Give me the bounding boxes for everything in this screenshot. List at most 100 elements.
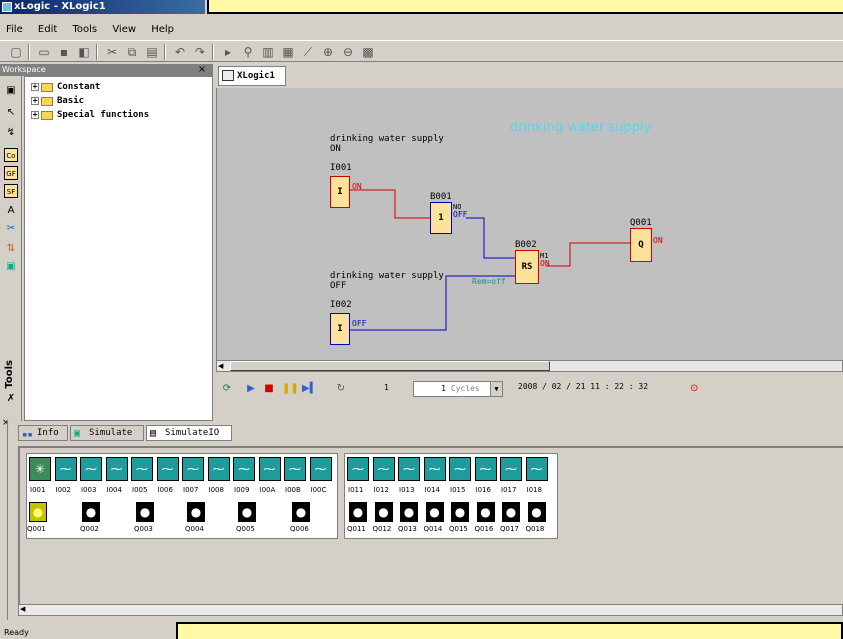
input-switch-i00a[interactable]: ⁓: [258, 457, 281, 481]
block-i001[interactable]: I: [330, 176, 350, 208]
input-label: I001: [30, 486, 46, 494]
input-switch-i014[interactable]: ⁓: [423, 457, 446, 481]
output-label: Q016: [474, 525, 494, 533]
output-label: Q011: [347, 525, 366, 533]
sim-run-icon[interactable]: ▶: [246, 384, 256, 394]
output-label: Q001: [27, 525, 46, 533]
input-switch-i005[interactable]: ⁓: [131, 457, 153, 481]
block-i001-id: I001: [330, 163, 352, 173]
block-b002[interactable]: RS: [515, 250, 539, 284]
canvas-scroll-thumb[interactable]: [230, 361, 550, 371]
input-switch-i00c[interactable]: ⁓: [309, 457, 332, 481]
input-switch-i015[interactable]: ⁓: [449, 457, 471, 481]
tab-info[interactable]: ▪▪ Info: [18, 425, 68, 441]
input-label: I005: [132, 486, 148, 494]
lamp-icon-q001: ●: [29, 502, 47, 522]
input-label: I007: [183, 486, 199, 494]
block-i002-state: OFF: [352, 319, 367, 328]
lamp-icon-q006: ●: [292, 502, 310, 522]
tab-label: Simulate: [89, 428, 133, 438]
block-b002-state: ON: [540, 259, 550, 268]
output-label: Q002: [80, 525, 99, 533]
info-icon: ▪▪: [22, 430, 33, 440]
input-switch-i012[interactable]: ⁓: [372, 457, 395, 481]
output-label: Q006: [290, 525, 309, 533]
wire-b002-q001: [546, 242, 630, 267]
page-icon: ▤: [150, 428, 157, 439]
tab-label: SimulateIO: [165, 428, 220, 438]
block-q001-id: Q001: [630, 218, 652, 228]
input-switch-i016[interactable]: ⁓: [474, 457, 497, 481]
input-label: I00C: [310, 486, 327, 494]
output-label: Q017: [500, 525, 519, 533]
input-switch-i007[interactable]: ⁓: [182, 457, 204, 481]
wire-i001-b001: [350, 189, 430, 219]
cycles-field[interactable]: 1 Cycles ▼: [413, 381, 503, 397]
block-b002-rem: Rem=off: [472, 277, 506, 286]
input-switch-i018[interactable]: ⁓: [525, 457, 548, 481]
lamp-icon-q017: ●: [502, 502, 520, 522]
output-label: Q018: [525, 525, 545, 533]
tab-simulate[interactable]: ▣ Simulate: [70, 425, 144, 441]
input-label: I002: [55, 486, 71, 494]
cycles-label: Cycles: [450, 384, 480, 393]
sim-pause-icon[interactable]: ❚❚: [282, 384, 299, 394]
cycles-value[interactable]: 1: [414, 382, 446, 396]
input-switch-i004[interactable]: ⁓: [105, 457, 128, 481]
lamp-icon-q018: ●: [527, 502, 546, 522]
sim-refresh-icon[interactable]: ↻: [336, 384, 346, 394]
sim-step-icon[interactable]: ▶▍: [302, 384, 317, 394]
input-label: I017: [501, 486, 517, 494]
lamp-icon-q011: ●: [349, 502, 367, 522]
lamp-icon-q003: ●: [136, 502, 154, 522]
input-switch-i003[interactable]: ⁓: [80, 457, 102, 481]
output-label: Q003: [134, 525, 153, 533]
input-switch-i001[interactable]: ✳: [29, 457, 51, 481]
input-switch-i006[interactable]: ⁓: [156, 457, 179, 481]
input-switch-i013[interactable]: ⁓: [398, 457, 420, 481]
sim-stop-icon[interactable]: ■: [264, 384, 274, 394]
input-switch-i009[interactable]: ⁓: [233, 457, 255, 481]
panel-gripper: [0, 420, 8, 620]
input-switch-i008[interactable]: ⁓: [207, 457, 230, 481]
sim-step-count: 1: [384, 383, 389, 392]
wire-b001-b002: [466, 217, 515, 259]
input-label: I009: [234, 486, 250, 494]
sim-reset-icon[interactable]: ⟳: [222, 384, 232, 394]
scroll-left-icon[interactable]: ◀: [20, 605, 25, 613]
block-q001[interactable]: Q: [630, 228, 652, 262]
simulate-tab-icon: ▣: [74, 428, 81, 439]
sim-datetime: 2008 / 02 / 21 11 : 22 : 32: [518, 382, 649, 391]
status-bar: Ready: [4, 628, 29, 637]
input-label: I006: [157, 486, 173, 494]
scroll-left-icon[interactable]: ◀: [218, 362, 223, 370]
block-b002-id: B002: [515, 240, 537, 250]
io-horizontal-scrollbar[interactable]: [18, 604, 843, 616]
clock-icon[interactable]: ⊙: [690, 383, 698, 394]
annotation-note: [176, 622, 843, 639]
block-q001-state: ON: [653, 236, 663, 245]
output-label: Q015: [449, 525, 468, 533]
input-label: I015: [450, 486, 466, 494]
block-b001[interactable]: 1: [430, 202, 452, 234]
output-label: Q004: [185, 525, 204, 533]
block-i002[interactable]: I: [330, 313, 350, 345]
tab-simulateio[interactable]: ▤ SimulateIO: [146, 425, 232, 441]
block-i002-id: I002: [330, 300, 352, 310]
input-switch-i017[interactable]: ⁓: [500, 457, 522, 481]
input-switch-i002[interactable]: ⁓: [54, 457, 77, 481]
chevron-down-icon[interactable]: ▼: [490, 382, 502, 396]
tab-label: Info: [37, 428, 59, 438]
input-switch-i011[interactable]: ⁓: [347, 457, 369, 481]
output-label: Q013: [398, 525, 417, 533]
input-label: I013: [399, 486, 415, 494]
input-switch-i00b[interactable]: ⁓: [284, 457, 306, 481]
input-label: I008: [208, 486, 224, 494]
lamp-icon-q005: ●: [238, 502, 256, 522]
input-label: I018: [526, 486, 542, 494]
input-label: I011: [348, 486, 364, 494]
input-label: I003: [81, 486, 97, 494]
app-window: xLogic - XLogic1 File Edit Tools View He…: [0, 0, 843, 639]
input-label: I016: [475, 486, 491, 494]
input-label: I014: [424, 486, 440, 494]
